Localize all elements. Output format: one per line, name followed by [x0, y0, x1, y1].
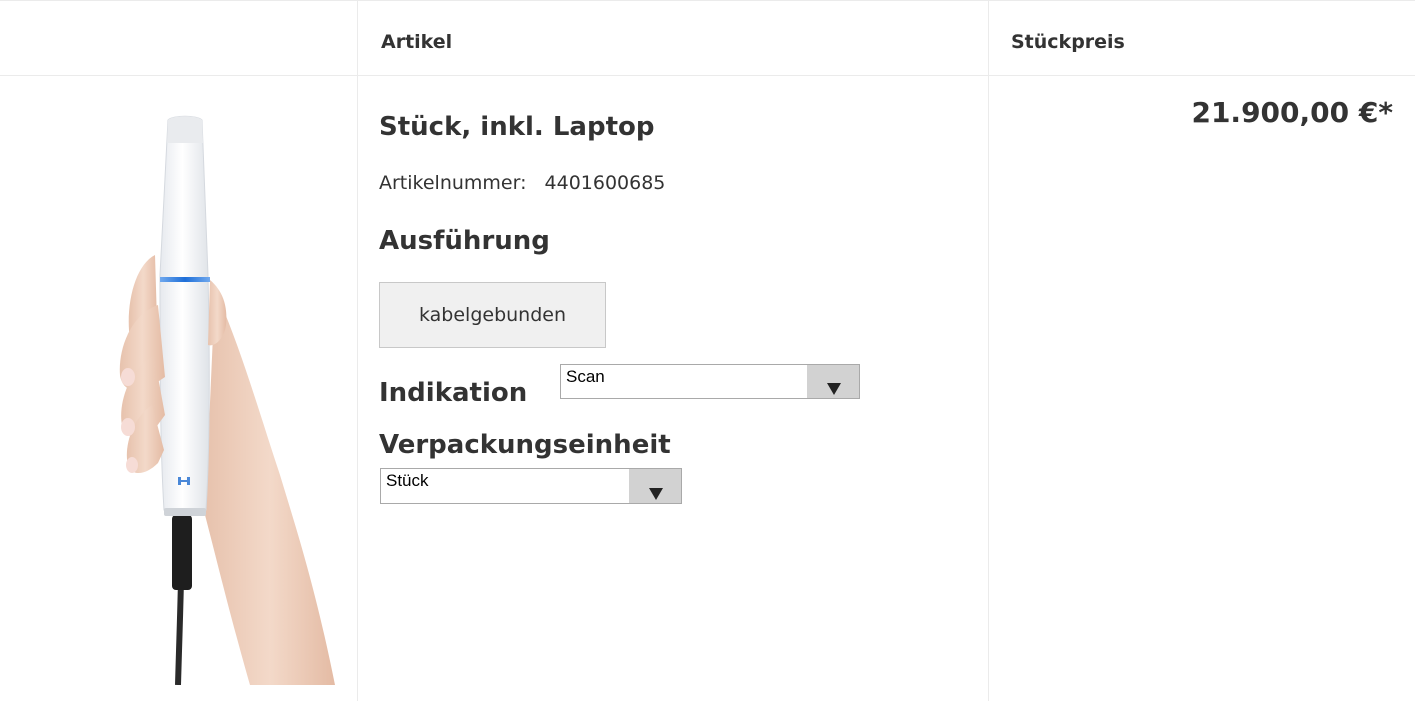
indication-dropdown-button[interactable]: [807, 365, 859, 398]
cart-table: Artikel Stückpreis Stück, inkl. Laptop A…: [0, 0, 1415, 701]
column-divider: [357, 0, 358, 701]
packaging-dropdown-button[interactable]: [629, 469, 681, 503]
execution-option-button[interactable]: kabelgebunden: [379, 282, 606, 348]
product-image[interactable]: [110, 115, 340, 685]
chevron-down-icon: [649, 488, 663, 500]
column-header-article: Artikel: [381, 31, 453, 53]
chevron-down-icon: [827, 383, 841, 395]
intraoral-scanner-icon: [119, 115, 335, 685]
indication-selected-value: Scan: [566, 367, 605, 386]
table-top-border: [0, 0, 1415, 1]
column-header-unit-price: Stückpreis: [1011, 31, 1125, 53]
article-number-value: 4401600685: [544, 172, 666, 194]
product-title[interactable]: Stück, inkl. Laptop: [379, 110, 654, 144]
indication-select[interactable]: Scan: [560, 364, 860, 399]
header-divider: [0, 75, 1415, 76]
unit-price: 21.900,00 €*: [1191, 96, 1393, 129]
column-divider: [988, 0, 989, 701]
execution-label: Ausführung: [379, 226, 550, 256]
indication-label: Indikation: [379, 378, 528, 408]
article-number-row: Artikelnummer: 4401600685: [379, 170, 665, 196]
article-number-label: Artikelnummer:: [379, 172, 527, 194]
packaging-select[interactable]: Stück: [380, 468, 682, 504]
packaging-label: Verpackungseinheit: [379, 430, 671, 460]
packaging-selected-value: Stück: [386, 471, 429, 490]
